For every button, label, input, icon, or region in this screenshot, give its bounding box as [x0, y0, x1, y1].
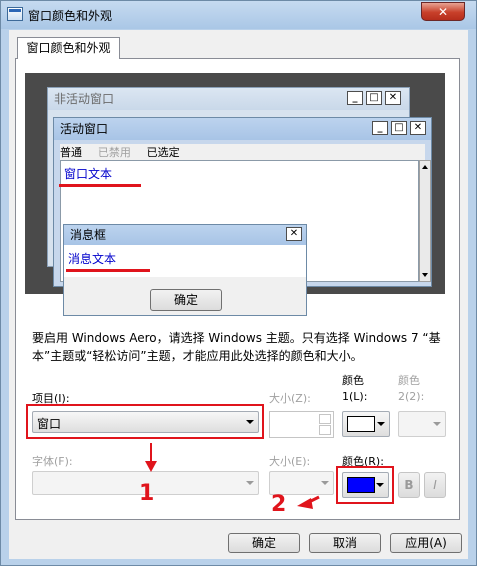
annotation-number-1: 1 [139, 481, 155, 506]
annotation-number-2: 2 [271, 492, 287, 517]
ok-button[interactable]: 确定 [228, 533, 300, 553]
dialog-window: 窗口颜色和外观 ✕ 窗口颜色和外观 非活动窗口 _ □ ✕ 活动窗口 _ □ ✕… [0, 0, 477, 566]
annotation-arrows [145, 443, 320, 509]
tab-window-color-appearance[interactable]: 窗口颜色和外观 [17, 37, 120, 59]
cancel-button[interactable]: 取消 [309, 533, 381, 553]
apply-button[interactable]: 应用(A) [390, 533, 462, 553]
